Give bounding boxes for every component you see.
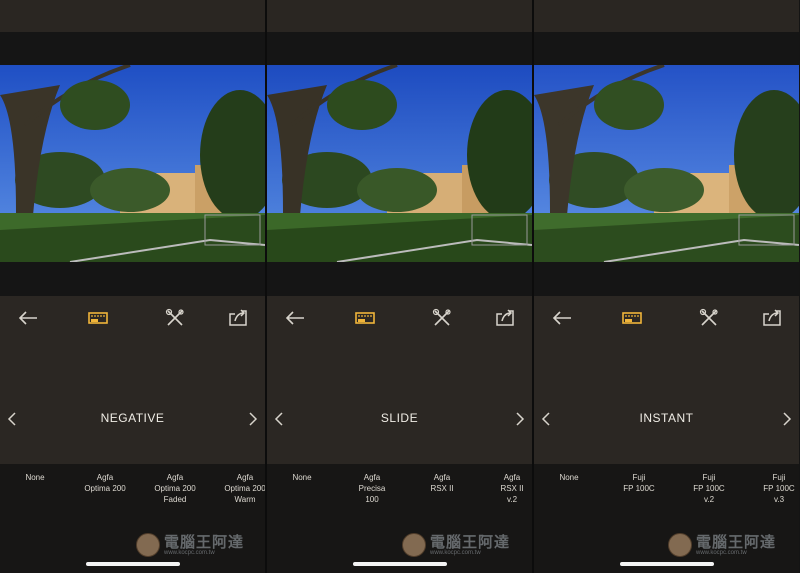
tools-button[interactable]: [163, 306, 187, 330]
chevron-right-icon: [516, 412, 525, 426]
mascot-icon: [402, 533, 426, 557]
prev-category-button[interactable]: [271, 410, 287, 428]
filter-item[interactable]: Fuji FP 100C v.2: [674, 472, 744, 505]
wrench-screwdriver-icon: [165, 308, 184, 326]
status-area: [267, 0, 532, 32]
app-screenshots: NEGATIVE None Agfa Optima 200 Agfa Optim…: [0, 0, 800, 573]
toolbar: [534, 296, 799, 340]
filter-item[interactable]: Agfa Optima 200: [70, 472, 140, 494]
back-button[interactable]: [283, 306, 307, 330]
chevron-left-icon: [541, 412, 550, 426]
watermark-text: 電腦王阿達: [164, 533, 245, 551]
share-button[interactable]: [493, 306, 517, 330]
prev-category-button[interactable]: [4, 410, 20, 428]
filter-item[interactable]: None: [0, 472, 70, 483]
filter-item[interactable]: None: [267, 472, 337, 483]
category-area: INSTANT: [534, 340, 799, 464]
category-label: NEGATIVE: [100, 411, 165, 425]
share-icon: [763, 309, 781, 326]
wrench-screwdriver-icon: [432, 308, 451, 326]
photo-top-margin: [534, 32, 799, 65]
mascot-icon: [136, 533, 160, 557]
category-area: NEGATIVE: [0, 340, 265, 464]
filter-item[interactable]: Fuji FP 100C: [604, 472, 674, 494]
photo-top-margin: [267, 32, 532, 65]
category-label: SLIDE: [380, 411, 419, 425]
home-indicator[interactable]: [353, 562, 447, 566]
home-indicator[interactable]: [86, 562, 180, 566]
film-button[interactable]: [353, 306, 377, 330]
panel-slide: SLIDE None Agfa Precisa 100 Agfa RSX II …: [267, 0, 532, 573]
next-category-button[interactable]: [512, 410, 528, 428]
chevron-right-icon: [783, 412, 792, 426]
watermark-logo: 電腦王阿達 www.kocpc.com.tw: [402, 528, 522, 562]
toolbar: [267, 296, 532, 340]
share-icon: [229, 309, 247, 326]
filter-item[interactable]: Agfa Optima 200 Warm: [210, 472, 265, 505]
category-selector: NEGATIVE: [0, 408, 265, 432]
tools-button[interactable]: [697, 306, 721, 330]
back-button[interactable]: [550, 306, 574, 330]
share-button[interactable]: [226, 306, 250, 330]
filter-item[interactable]: Agfa RSX II: [407, 472, 477, 494]
toolbar: [0, 296, 265, 340]
home-indicator[interactable]: [620, 562, 714, 566]
photo-image: [267, 65, 532, 262]
watermark-text: 電腦王阿達: [430, 533, 511, 551]
category-area: SLIDE: [267, 340, 532, 464]
wrench-screwdriver-icon: [699, 308, 718, 326]
status-area: [534, 0, 799, 32]
category-label: INSTANT: [639, 411, 694, 425]
mascot-icon: [668, 533, 692, 557]
chevron-left-icon: [7, 412, 16, 426]
photo-bottom-margin: [534, 262, 799, 296]
film-button[interactable]: [620, 306, 644, 330]
next-category-button[interactable]: [779, 410, 795, 428]
photo-bottom-margin: [0, 262, 265, 296]
photo-preview[interactable]: [534, 65, 799, 262]
panel-instant: INSTANT None Fuji FP 100C Fuji FP 100C v…: [534, 0, 799, 573]
share-icon: [496, 309, 514, 326]
filter-item[interactable]: Agfa Precisa 100: [337, 472, 407, 505]
film-frame-icon: [355, 312, 375, 324]
watermark-url: www.kocpc.com.tw: [430, 549, 481, 556]
filter-item[interactable]: Fuji FP 100C v.3: [744, 472, 799, 505]
photo-preview[interactable]: [267, 65, 532, 262]
filter-item[interactable]: Agfa Optima 200 Faded: [140, 472, 210, 505]
arrow-left-icon: [552, 311, 571, 325]
film-frame-icon: [622, 312, 642, 324]
watermark-url: www.kocpc.com.tw: [696, 549, 747, 556]
arrow-left-icon: [285, 311, 304, 325]
watermark-text: 電腦王阿達: [696, 533, 777, 551]
film-button[interactable]: [86, 306, 110, 330]
prev-category-button[interactable]: [538, 410, 554, 428]
back-button[interactable]: [16, 306, 40, 330]
photo-image: [534, 65, 799, 262]
photo-preview[interactable]: [0, 65, 265, 262]
next-category-button[interactable]: [245, 410, 261, 428]
chevron-left-icon: [274, 412, 283, 426]
tools-button[interactable]: [430, 306, 454, 330]
photo-top-margin: [0, 32, 265, 65]
photo-bottom-margin: [267, 262, 532, 296]
category-selector: SLIDE: [267, 408, 532, 432]
photo-image: [0, 65, 265, 262]
chevron-right-icon: [249, 412, 258, 426]
share-button[interactable]: [760, 306, 784, 330]
arrow-left-icon: [18, 311, 37, 325]
film-frame-icon: [88, 312, 108, 324]
status-area: [0, 0, 265, 32]
watermark-logo: 電腦王阿達 www.kocpc.com.tw: [136, 528, 256, 562]
filter-item[interactable]: Agfa RSX II v.2: [477, 472, 532, 505]
watermark-url: www.kocpc.com.tw: [164, 549, 215, 556]
watermark-logo: 電腦王阿達 www.kocpc.com.tw: [668, 528, 788, 562]
category-selector: INSTANT: [534, 408, 799, 432]
panel-negative: NEGATIVE None Agfa Optima 200 Agfa Optim…: [0, 0, 265, 573]
filter-item[interactable]: None: [534, 472, 604, 483]
